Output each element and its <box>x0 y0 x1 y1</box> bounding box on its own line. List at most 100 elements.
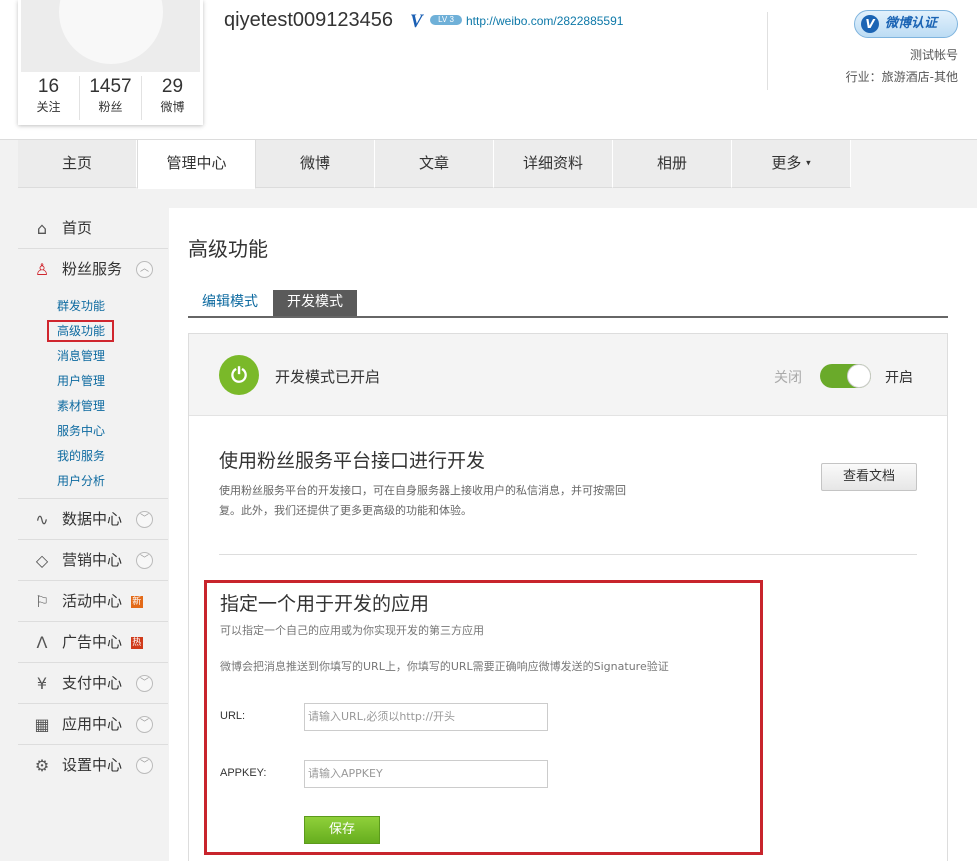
ad-icon: Λ <box>36 633 48 652</box>
tab-management-center[interactable]: 管理中心 <box>137 140 256 189</box>
sidebar-item-payment-center[interactable]: ¥ 支付中心 ﹀ <box>18 663 168 704</box>
header-divider <box>767 12 768 90</box>
user-gear-icon: ⚙ <box>34 756 50 775</box>
main-content: 高级功能 编辑模式 开发模式 ⏻ 开发模式已开启 关闭 开启 使用粉丝服务平台接… <box>169 208 977 861</box>
stat-label: 微博 <box>160 100 185 114</box>
app-config-note: 微博会把消息推送到你填写的URL上，你填写的URL需要正确响应微博发送的Sign… <box>220 660 669 673</box>
sidebar-item-label: 活动中心 <box>62 592 123 610</box>
sidebar-item-home[interactable]: ⌂ 首页 <box>18 208 168 249</box>
bag-icon: ◇ <box>35 551 49 570</box>
tab-articles[interactable]: 文章 <box>375 140 494 188</box>
stat-followers[interactable]: 1457 粉丝 <box>80 76 142 120</box>
profile-url-link[interactable]: http://weibo.com/2822885591 <box>466 14 623 28</box>
level-badge[interactable]: LV 3 <box>430 15 462 25</box>
profile-stats: 16 关注 1457 粉丝 29 微博 <box>18 76 203 120</box>
stat-label: 粉丝 <box>98 100 123 114</box>
toggle-knob <box>847 364 871 388</box>
new-badge: 新 <box>130 595 143 608</box>
chevron-down-icon[interactable]: ﹀ <box>136 511 153 528</box>
app-config-title: 指定一个用于开发的应用 <box>220 593 430 615</box>
sidebar-item-marketing-center[interactable]: ◇ 营销中心 ﹀ <box>18 540 168 581</box>
sidebar-item-data-center[interactable]: ∿ 数据中心 ﹀ <box>18 499 168 540</box>
stat-posts[interactable]: 29 微博 <box>142 76 203 120</box>
chevron-down-icon[interactable]: ﹀ <box>136 552 153 569</box>
app-config-box: 指定一个用于开发的应用 可以指定一个自己的应用或为你实现开发的第三方应用 微博会… <box>204 580 763 855</box>
sidebar-subitem-users[interactable]: 用户管理 <box>18 369 168 394</box>
verified-v-icon[interactable]: V <box>410 11 423 33</box>
main-nav: 主页 管理中心 微博 文章 详细资料 相册 更多 ▾ <box>0 139 977 189</box>
chevron-down-icon: ▾ <box>806 158 811 169</box>
chevron-down-icon[interactable]: ﹀ <box>136 757 153 774</box>
yen-icon: ¥ <box>36 674 48 693</box>
username: qiyetest009123456 <box>224 9 394 31</box>
sidebar-item-settings-center[interactable]: ⚙ 设置中心 ﹀ <box>18 745 168 786</box>
sidebar-subitem-materials[interactable]: 素材管理 <box>18 394 168 419</box>
stat-following[interactable]: 16 关注 <box>18 76 80 120</box>
fan-service-submenu: 群发功能 高级功能 消息管理 用户管理 素材管理 服务中心 我的服务 用户分析 <box>18 290 168 499</box>
section-description: 使用粉丝服务平台的开发接口，可在自身服务器上接收用户的私信消息，并可按需回复。此… <box>219 484 626 517</box>
sidebar-item-ad-center[interactable]: Λ 广告中心 热 <box>18 622 168 663</box>
url-input[interactable]: 请输入URL,必须以http://开头 <box>304 703 548 731</box>
page-title: 高级功能 <box>188 237 268 261</box>
section-title: 使用粉丝服务平台接口进行开发 <box>219 450 486 472</box>
industry: 行业：旅游酒店-其他 <box>845 70 958 84</box>
tab-weibo[interactable]: 微博 <box>256 140 375 188</box>
flag-icon: ⚐ <box>34 592 50 611</box>
verify-badge-label: 微博认证 <box>885 16 938 31</box>
avatar[interactable] <box>21 0 200 72</box>
tab-home[interactable]: 主页 <box>18 140 137 188</box>
sidebar-item-app-center[interactable]: ▦ 应用中心 ﹀ <box>18 704 168 745</box>
toggle-off-label[interactable]: 关闭 <box>774 367 802 387</box>
sidebar-subitem-user-analysis[interactable]: 用户分析 <box>18 469 168 494</box>
tab-more-label: 更多 <box>771 154 802 172</box>
fan-service-icon: ♙ <box>34 260 50 279</box>
profile-card: 16 关注 1457 粉丝 29 微博 <box>18 0 203 125</box>
dev-mode-status: 开发模式已开启 <box>275 368 381 386</box>
tab-details[interactable]: 详细资料 <box>494 140 613 188</box>
sidebar-item-activity-center[interactable]: ⚐ 活动中心 新 <box>18 581 168 622</box>
sidebar-item-label: 粉丝服务 <box>62 260 123 278</box>
chevron-down-icon[interactable]: ﹀ <box>136 675 153 692</box>
sidebar-subitem-broadcast[interactable]: 群发功能 <box>18 294 168 319</box>
divider <box>219 554 917 555</box>
chevron-down-icon[interactable]: ﹀ <box>136 716 153 733</box>
mode-tabs: 编辑模式 开发模式 <box>188 290 948 318</box>
tab-edit-mode[interactable]: 编辑模式 <box>188 290 272 316</box>
save-button[interactable]: 保存 <box>304 816 380 844</box>
view-docs-button[interactable]: 查看文档 <box>821 463 917 491</box>
sidebar-item-label: 应用中心 <box>62 715 123 733</box>
sidebar-item-label: 首页 <box>62 219 93 237</box>
stat-number: 1457 <box>89 76 132 97</box>
appkey-label: APPKEY: <box>220 767 267 779</box>
dev-mode-panel: ⏻ 开发模式已开启 关闭 开启 使用粉丝服务平台接口进行开发 使用粉丝服务平台的… <box>188 333 948 861</box>
app-config-subtitle: 可以指定一个自己的应用或为你实现开发的第三方应用 <box>220 624 484 637</box>
sidebar-subitem-advanced[interactable]: 高级功能 <box>18 319 168 344</box>
sidebar-item-label: 支付中心 <box>62 674 123 692</box>
home-icon: ⌂ <box>36 219 48 238</box>
stat-number: 29 <box>161 76 184 97</box>
tab-dev-mode[interactable]: 开发模式 <box>273 290 357 316</box>
dev-mode-toggle[interactable] <box>820 364 871 388</box>
sidebar-subitem-label: 高级功能 <box>47 320 115 342</box>
sidebar-item-label: 设置中心 <box>62 756 123 774</box>
power-icon: ⏻ <box>219 355 259 395</box>
weibo-verify-badge[interactable]: V 微博认证 <box>854 10 958 38</box>
grid-icon: ▦ <box>34 715 50 734</box>
tab-album[interactable]: 相册 <box>613 140 732 188</box>
toggle-on-label[interactable]: 开启 <box>885 367 913 387</box>
sidebar-item-label: 营销中心 <box>62 551 123 569</box>
sidebar-item-fan-service[interactable]: ♙ 粉丝服务 ︿ <box>18 249 168 290</box>
chevron-up-icon[interactable]: ︿ <box>136 261 153 278</box>
stat-number: 16 <box>37 76 60 97</box>
appkey-input[interactable]: 请输入APPKEY <box>304 760 548 788</box>
sidebar-item-label: 数据中心 <box>62 510 123 528</box>
hot-badge: 热 <box>130 636 143 649</box>
sidebar-subitem-messages[interactable]: 消息管理 <box>18 344 168 369</box>
dev-mode-status-bar: ⏻ 开发模式已开启 关闭 开启 <box>189 334 947 416</box>
sidebar-subitem-my-services[interactable]: 我的服务 <box>18 444 168 469</box>
account-type: 测试帐号 <box>909 48 958 62</box>
chart-icon: ∿ <box>35 510 49 529</box>
tab-more[interactable]: 更多 ▾ <box>732 140 851 188</box>
sidebar-subitem-service-center[interactable]: 服务中心 <box>18 419 168 444</box>
profile-header: 16 关注 1457 粉丝 29 微博 qiyetest009123456 V … <box>0 0 977 140</box>
